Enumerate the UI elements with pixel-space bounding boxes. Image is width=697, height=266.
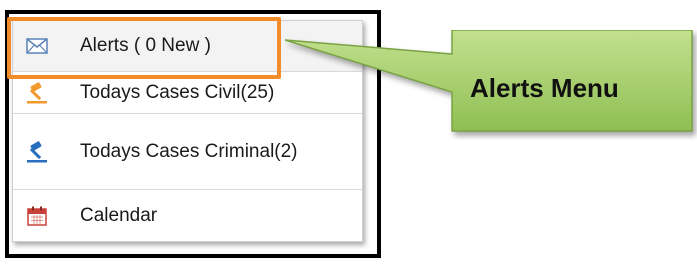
menu-item-label: Todays Cases Criminal(2): [80, 140, 298, 162]
menu-item-label: Todays Cases Civil(25): [80, 81, 275, 103]
gavel-icon: [25, 81, 49, 105]
callout-label: Alerts Menu: [470, 72, 619, 103]
gavel-icon: [25, 140, 49, 164]
menu-item-label: Calendar: [80, 204, 158, 226]
alerts-highlight-box: [7, 17, 281, 79]
menu-item-calendar[interactable]: Calendar: [13, 190, 362, 241]
calendar-icon: [25, 204, 49, 228]
